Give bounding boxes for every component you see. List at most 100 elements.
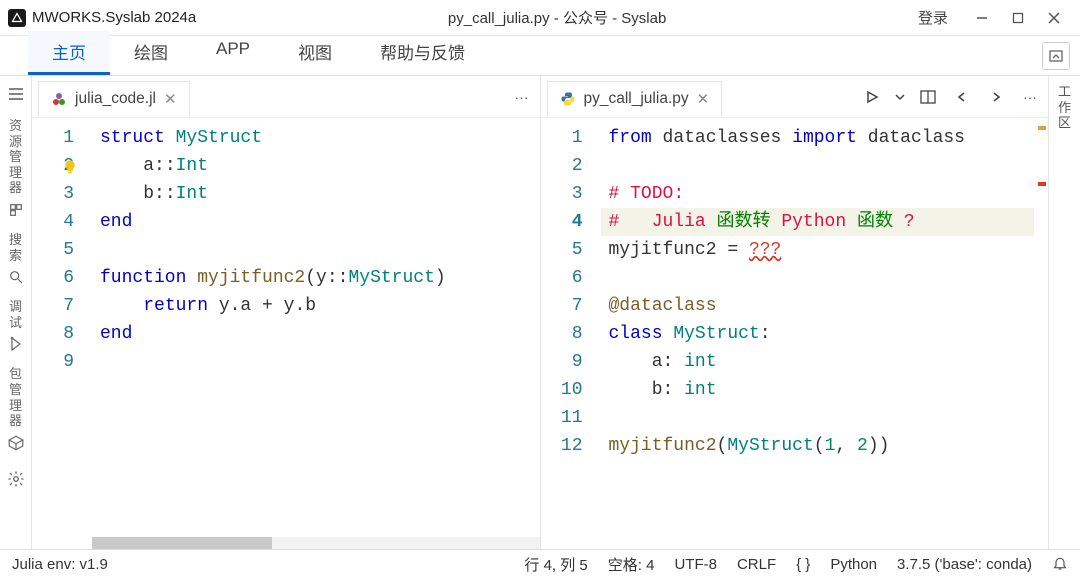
prev-icon[interactable]: [950, 85, 974, 109]
line-number: 12: [541, 432, 583, 460]
menu-tab-4[interactable]: 帮助与反馈: [356, 31, 489, 75]
code-line: end: [100, 208, 540, 236]
code-line: [609, 152, 1035, 180]
status-encoding[interactable]: UTF-8: [674, 556, 717, 573]
code-line: a::Int: [100, 152, 540, 180]
python-icon: [560, 91, 576, 107]
code-line: class MyStruct:: [609, 320, 1035, 348]
code-line: # Julia 函数转 Python 函数 ?: [609, 208, 1035, 236]
line-number: 3: [541, 180, 583, 208]
code-line: struct MyStruct: [100, 124, 540, 152]
code-line: b: int: [609, 376, 1035, 404]
code-editor-right[interactable]: 123456789101112 from dataclasses import …: [541, 118, 1049, 549]
more-icon[interactable]: ···: [510, 85, 534, 109]
line-number: 10: [541, 376, 583, 404]
activity-icon-0[interactable]: [6, 200, 26, 220]
login-button[interactable]: 登录: [918, 7, 948, 28]
code-line: function myjitfunc2(y::MyStruct): [100, 264, 540, 292]
menu-tab-1[interactable]: 绘图: [110, 31, 192, 75]
line-number: 2: [541, 152, 583, 180]
run-icon[interactable]: [860, 85, 884, 109]
code-line: a: int: [609, 348, 1035, 376]
status-eol[interactable]: CRLF: [737, 556, 776, 573]
menubar: 主页绘图APP视图帮助与反馈: [0, 36, 1080, 76]
editor-pane-right: py_call_julia.py ✕ ··· 123456789101112 f…: [541, 76, 1049, 549]
tab-row-right: py_call_julia.py ✕ ···: [541, 76, 1049, 118]
file-tab-label: julia_code.jl: [75, 90, 156, 108]
bell-icon[interactable]: [1052, 555, 1068, 575]
code-line: myjitfunc2(MyStruct(1, 2)): [609, 432, 1035, 460]
lightbulb-icon[interactable]: [62, 157, 78, 173]
code-line: from dataclasses import dataclass: [609, 124, 1035, 152]
file-tab-julia[interactable]: julia_code.jl ✕: [38, 81, 190, 117]
code-line: return y.a + y.b: [100, 292, 540, 320]
line-number: 1: [32, 124, 74, 152]
line-number: 2: [32, 152, 74, 180]
code-line: [100, 348, 540, 376]
close-button[interactable]: [1036, 4, 1072, 32]
activity-icon-2[interactable]: [6, 334, 26, 354]
activity-item-1[interactable]: 搜索: [6, 228, 26, 265]
app-name: MWORKS.Syslab 2024a: [32, 9, 196, 26]
line-number: 3: [32, 180, 74, 208]
julia-icon: [51, 91, 67, 107]
line-number: 1: [541, 124, 583, 152]
code-line: @dataclass: [609, 292, 1035, 320]
panel-toggle-button[interactable]: [1042, 42, 1070, 70]
menu-tab-0[interactable]: 主页: [28, 31, 110, 75]
window-title: py_call_julia.py - 公众号 - Syslab: [196, 7, 918, 28]
tab-row-left: julia_code.jl ✕ ···: [32, 76, 540, 118]
status-lang[interactable]: Python: [830, 556, 877, 573]
activity-icon-3[interactable]: [6, 433, 26, 453]
close-icon[interactable]: ✕: [164, 90, 177, 108]
hamburger-icon[interactable]: [6, 84, 26, 104]
chevron-down-icon[interactable]: [894, 85, 906, 109]
close-icon[interactable]: ✕: [697, 90, 710, 108]
minimap[interactable]: [1034, 118, 1048, 549]
status-interpreter[interactable]: 3.7.5 ('base': conda): [897, 556, 1032, 573]
line-number: 8: [32, 320, 74, 348]
statusbar: Julia env: v1.9 行 4, 列 5 空格: 4 UTF-8 CRL…: [0, 549, 1080, 579]
line-number: 11: [541, 404, 583, 432]
line-number: 7: [32, 292, 74, 320]
activity-icon-1[interactable]: [6, 267, 26, 287]
status-julia-env[interactable]: Julia env: v1.9: [12, 556, 108, 573]
split-icon[interactable]: [916, 85, 940, 109]
file-tab-python[interactable]: py_call_julia.py ✕: [547, 81, 723, 117]
code-editor-left[interactable]: 123456789 struct MyStruct a::Int b::Inte…: [32, 118, 540, 549]
line-number: 8: [541, 320, 583, 348]
line-number: 4: [541, 208, 583, 236]
more-icon[interactable]: ···: [1018, 85, 1042, 109]
editor-pane-left: julia_code.jl ✕ ··· 123456789 struct MyS…: [32, 76, 541, 549]
status-indent[interactable]: 空格: 4: [608, 554, 655, 575]
code-line: # TODO:: [609, 180, 1035, 208]
workspace-label: 工作区: [1058, 84, 1071, 131]
line-number: 9: [32, 348, 74, 376]
line-number: 5: [32, 236, 74, 264]
next-icon[interactable]: [984, 85, 1008, 109]
code-line: [100, 236, 540, 264]
line-number: 7: [541, 292, 583, 320]
settings-icon[interactable]: [6, 469, 26, 489]
menu-tab-3[interactable]: 视图: [274, 31, 356, 75]
right-sidebar[interactable]: 工作区: [1048, 76, 1080, 549]
code-line: b::Int: [100, 180, 540, 208]
file-tab-label: py_call_julia.py: [584, 90, 689, 108]
status-braces[interactable]: { }: [796, 556, 810, 573]
app-logo-icon: [8, 9, 26, 27]
activity-item-2[interactable]: 调试: [6, 295, 26, 332]
line-number: 6: [32, 264, 74, 292]
code-line: myjitfunc2 = ???: [609, 236, 1035, 264]
activity-bar: 资源管理器搜索调试包管理器: [0, 76, 32, 549]
code-line: [609, 264, 1035, 292]
activity-item-0[interactable]: 资源管理器: [6, 114, 26, 198]
horizontal-scrollbar[interactable]: [92, 537, 540, 549]
menu-tab-2[interactable]: APP: [192, 31, 274, 75]
activity-item-3[interactable]: 包管理器: [6, 362, 26, 430]
line-number: 5: [541, 236, 583, 264]
status-cursor-pos[interactable]: 行 4, 列 5: [524, 554, 587, 575]
line-number: 4: [32, 208, 74, 236]
code-line: end: [100, 320, 540, 348]
minimize-button[interactable]: [964, 4, 1000, 32]
maximize-button[interactable]: [1000, 4, 1036, 32]
